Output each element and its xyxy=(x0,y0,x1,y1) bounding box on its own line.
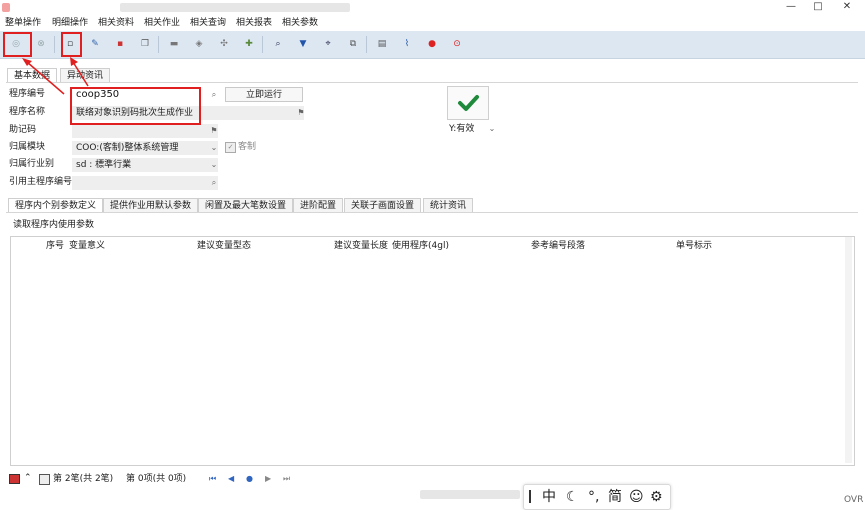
valid-check-button[interactable] xyxy=(447,86,489,120)
status-blurred-text xyxy=(420,490,520,499)
col-header-doc-mark[interactable]: 单号标示 xyxy=(676,240,712,252)
record-counter: 第 2笔(共 2笔) xyxy=(53,474,114,484)
tab-subscreen[interactable]: 关联子画面设置 xyxy=(344,198,422,212)
tab-statistics[interactable]: 统计资讯 xyxy=(423,198,474,212)
ime-punctuation-icon[interactable]: °, xyxy=(588,488,599,506)
run-now-button[interactable]: 立即运行 xyxy=(225,87,303,102)
record-icon xyxy=(9,474,20,484)
ime-settings-icon[interactable]: ⚙ xyxy=(650,488,663,506)
check-icon xyxy=(458,95,479,111)
tab-idle-max[interactable]: 闲置及最大笔数设置 xyxy=(198,198,294,212)
col-header-seq[interactable]: 序号 xyxy=(46,240,64,252)
next-page-icon[interactable]: ▶ xyxy=(265,473,271,485)
ime-handle[interactable] xyxy=(529,490,531,503)
params-table xyxy=(10,236,855,466)
tab-default-params[interactable]: 提供作业用默认参数 xyxy=(103,198,199,212)
col-header-program[interactable]: 使用程序(4gl) xyxy=(392,240,449,252)
tab-advanced-config[interactable]: 进阶配置 xyxy=(293,198,344,212)
col-header-var-length[interactable]: 建议变量长度 xyxy=(334,240,388,252)
current-page-icon[interactable]: ● xyxy=(246,473,253,485)
col-header-var-type[interactable]: 建议变量型态 xyxy=(197,240,251,252)
col-header-var-meaning[interactable]: 变量意义 xyxy=(69,240,105,252)
ime-toolbar: 中 ☾ °, 简 ☺ ⚙ xyxy=(523,484,671,510)
read-params-link[interactable]: 读取程序内使用参数 xyxy=(13,218,94,232)
ime-emoji-icon[interactable]: ☺ xyxy=(629,488,644,506)
table-scrollbar[interactable] xyxy=(845,237,852,463)
item-counter: 第 0项(共 0项) xyxy=(126,474,187,484)
list-icon xyxy=(39,474,50,485)
status-chevron-down-icon[interactable]: ⌄ xyxy=(486,123,498,135)
ime-simplified-toggle[interactable]: 简 xyxy=(608,488,622,506)
prev-page-icon[interactable]: ◀ xyxy=(228,473,234,485)
tab-program-params[interactable]: 程序内个别参数定义 xyxy=(8,198,104,212)
last-page-icon[interactable]: ⏭ xyxy=(283,473,290,485)
first-page-icon[interactable]: ⏮ xyxy=(209,473,216,485)
ime-chinese-toggle[interactable]: 中 xyxy=(542,488,556,506)
ovr-mode-indicator: OVR xyxy=(844,495,864,505)
expand-up-icon[interactable]: ⌃ xyxy=(24,472,32,484)
col-header-ref-no[interactable]: 参考编号段落 xyxy=(531,240,585,252)
ime-moon-icon[interactable]: ☾ xyxy=(566,488,579,506)
